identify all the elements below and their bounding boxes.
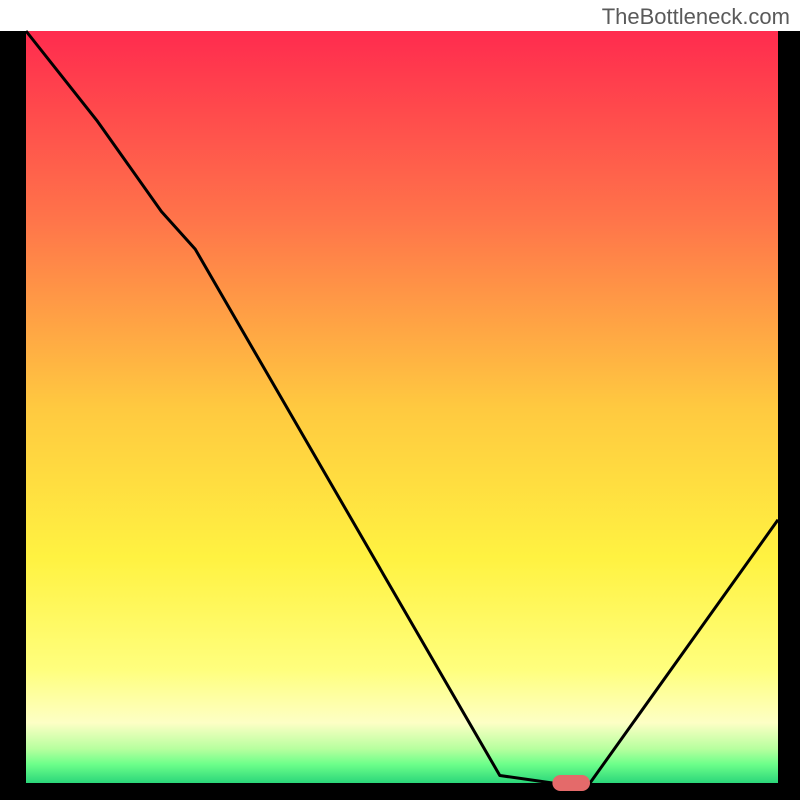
bottleneck-chart <box>0 0 800 800</box>
chart-container: TheBottleneck.com <box>0 0 800 800</box>
chart-gradient-background <box>26 31 778 783</box>
optimal-range-marker <box>552 775 590 791</box>
watermark-text: TheBottleneck.com <box>602 4 790 30</box>
